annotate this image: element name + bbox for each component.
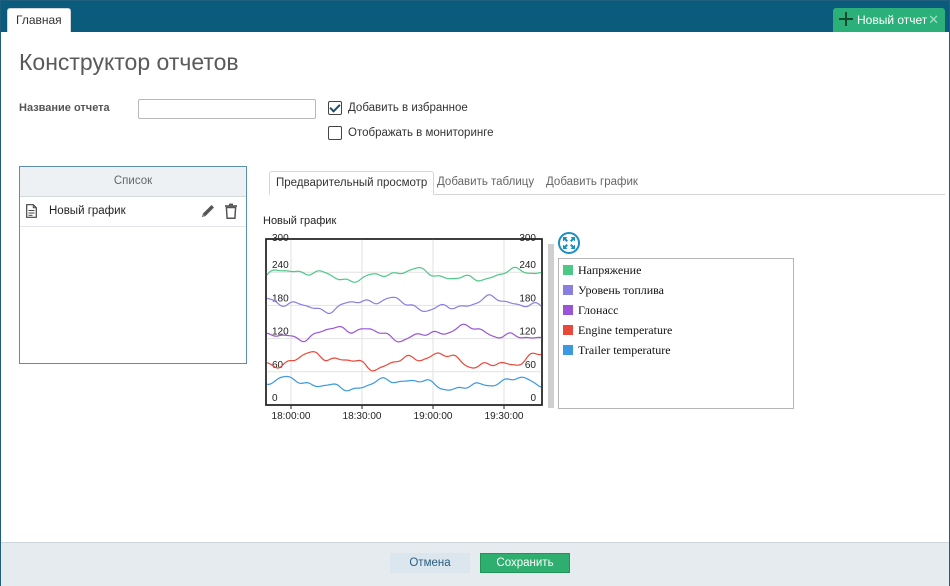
- x-tick-label: 18:30:00: [343, 411, 382, 422]
- tab-add-table[interactable]: Добавить таблицу: [437, 171, 534, 194]
- y-tick-label-right: 60: [525, 360, 537, 371]
- report-builder-window: Главная Новый отчет ✕ Конструктор отчето…: [0, 0, 950, 586]
- legend-item[interactable]: Engine temperature: [563, 320, 672, 340]
- legend-label: Напряжение: [578, 263, 642, 277]
- list-item-label: Новый график: [49, 205, 126, 217]
- legend-item[interactable]: Trailer temperature: [563, 340, 671, 360]
- report-name-input[interactable]: [138, 99, 316, 119]
- legend-label: Глонасс: [578, 303, 619, 317]
- chart-scrollbar[interactable]: [548, 244, 554, 408]
- expand-icon[interactable]: [558, 232, 580, 254]
- cancel-button[interactable]: Отмена: [390, 553, 470, 573]
- legend-label: Engine temperature: [578, 323, 673, 337]
- legend-swatch: [563, 345, 573, 355]
- report-elements-list: Список Новый график: [19, 166, 247, 364]
- x-tick-label: 18:00:00: [272, 411, 311, 422]
- document-icon: [26, 204, 37, 218]
- report-name-label: Название отчета: [19, 102, 110, 114]
- y-tick-label-right: 0: [530, 393, 536, 404]
- x-tick-label: 19:00:00: [414, 411, 453, 422]
- tab-add-chart[interactable]: Добавить график: [546, 171, 638, 194]
- page-title: Конструктор отчетов: [19, 49, 239, 75]
- legend-swatch: [563, 265, 573, 275]
- legend-swatch: [563, 305, 573, 315]
- delete-icon[interactable]: [224, 203, 238, 219]
- list-item[interactable]: Новый график: [20, 197, 246, 227]
- legend-item[interactable]: Напряжение: [563, 260, 641, 280]
- y-tick-label-left: 0: [272, 393, 278, 404]
- legend-swatch: [563, 285, 573, 295]
- footer-bar: [1, 542, 949, 586]
- tab-new-report-label: Новый отчет: [857, 13, 928, 27]
- x-tick-label: 19:30:00: [485, 411, 524, 422]
- y-tick-label-left: 180: [272, 293, 289, 304]
- legend-item[interactable]: Глонасс: [563, 300, 618, 320]
- tab-new-report[interactable]: Новый отчет ✕: [833, 8, 945, 32]
- chart-title: Новый график: [263, 215, 337, 227]
- y-tick-label-right: 120: [519, 327, 536, 338]
- save-button[interactable]: Сохранить: [480, 553, 570, 573]
- line-chart: 0 060 60120 120180 180240 240300 30018:00:00 18…: [265, 233, 543, 422]
- content-tabs: Предварительный просмотр Добавить таблиц…: [269, 171, 945, 195]
- tab-preview[interactable]: Предварительный просмотр: [269, 171, 435, 195]
- legend-item[interactable]: Уровень топлива: [563, 280, 664, 300]
- monitoring-label: Отображать в мониторинге: [348, 127, 494, 139]
- y-tick-label-right: 240: [519, 260, 536, 271]
- monitoring-checkbox[interactable]: [328, 126, 342, 140]
- favorite-checkbox[interactable]: [328, 101, 342, 115]
- legend-label: Уровень топлива: [578, 283, 665, 297]
- plus-icon: [839, 12, 853, 26]
- tab-home[interactable]: Главная: [7, 8, 71, 32]
- close-icon[interactable]: ✕: [928, 8, 939, 32]
- top-tab-bar: Главная Новый отчет ✕: [1, 1, 949, 32]
- list-header: Список: [20, 167, 246, 197]
- legend-label: Trailer temperature: [578, 343, 671, 357]
- edit-icon[interactable]: [200, 203, 216, 219]
- chart-legend: Напряжение Уровень топлива Глонасс Engine t…: [558, 258, 794, 409]
- legend-swatch: [563, 325, 573, 335]
- plot-area: [265, 238, 543, 406]
- favorite-label: Добавить в избранное: [348, 102, 468, 114]
